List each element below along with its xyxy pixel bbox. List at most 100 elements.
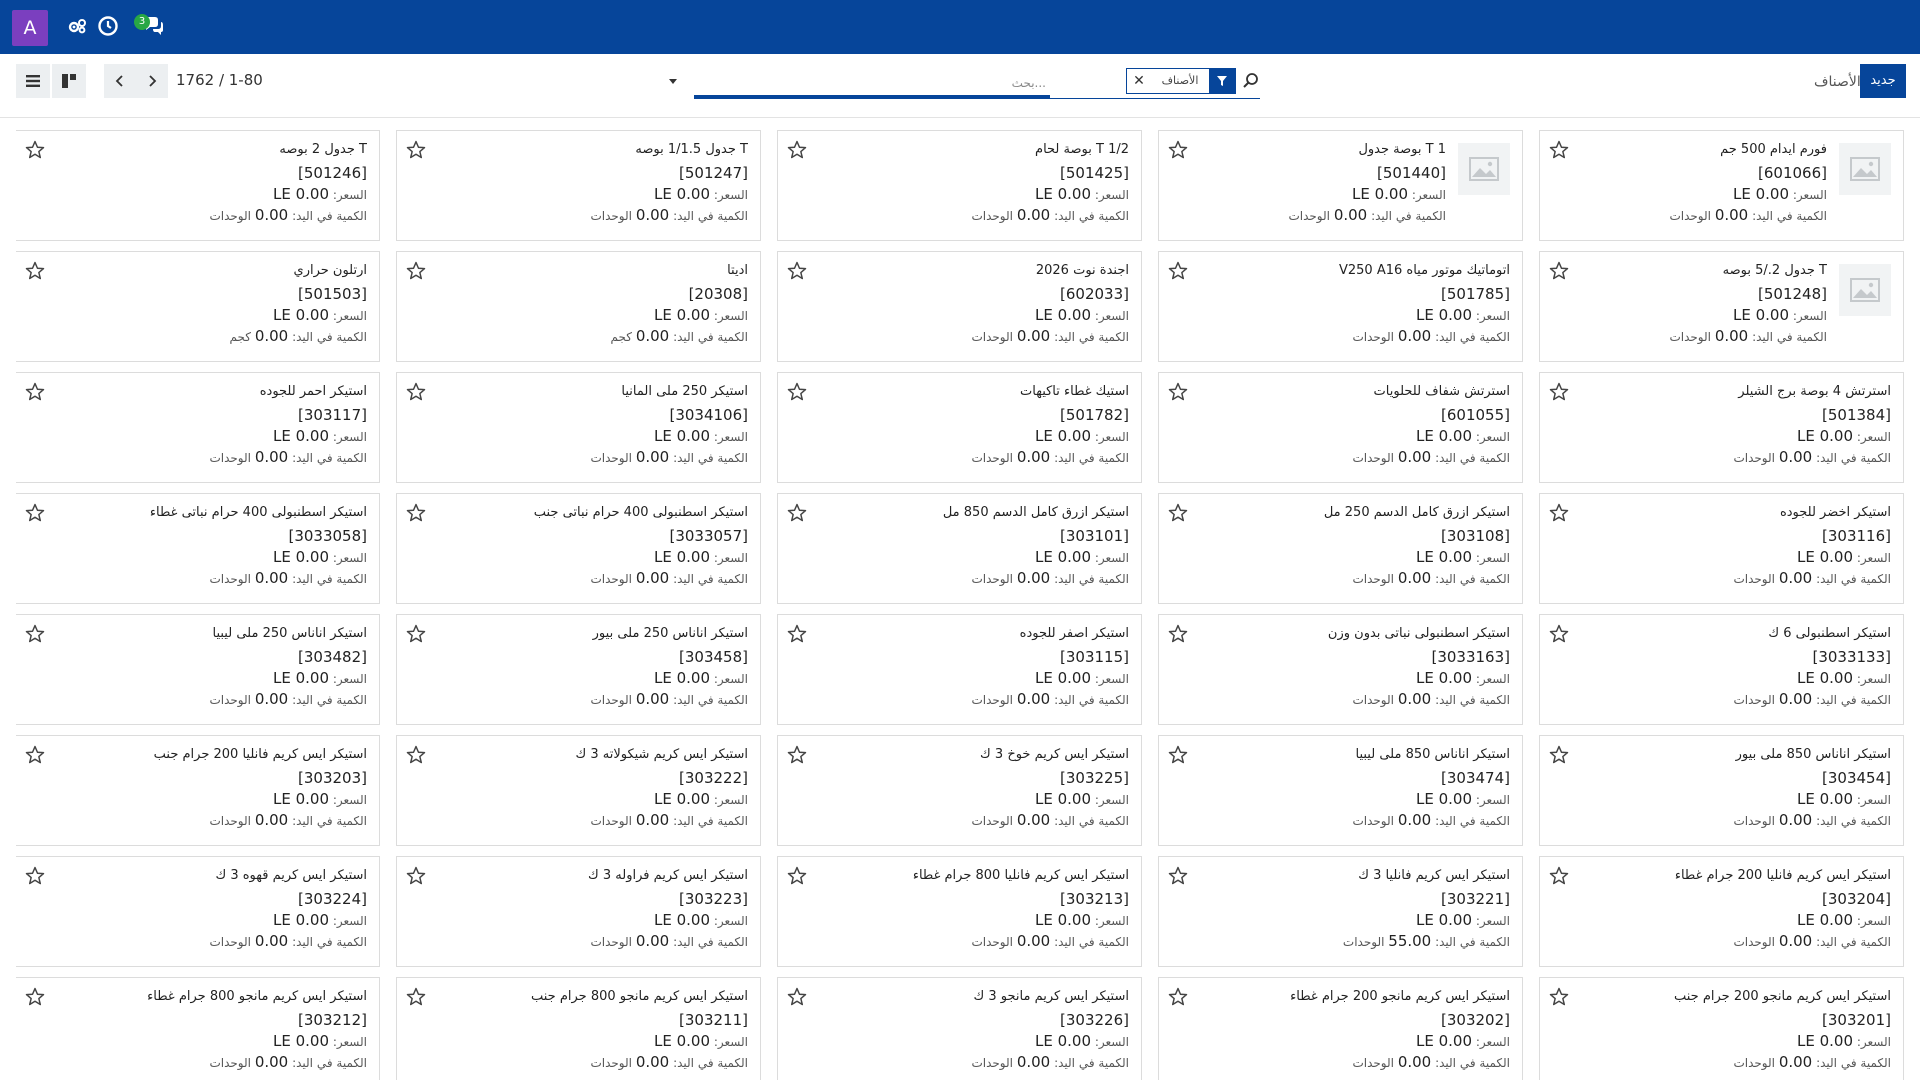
product-card[interactable]: اجندة نوت 2026 [602033] السعر: 0.00 LE ا… xyxy=(777,251,1142,362)
product-card[interactable]: استيكر اناناس 250 ملى بيور [303458] السع… xyxy=(396,614,761,725)
favorite-star-icon[interactable] xyxy=(405,744,427,766)
favorite-star-icon[interactable] xyxy=(1548,623,1570,645)
search-icon[interactable] xyxy=(1242,72,1260,90)
close-icon[interactable]: ✕ xyxy=(1127,69,1151,93)
product-card[interactable]: T 1 بوصة جدول [501440] السعر: 0.00 LE ال… xyxy=(1158,130,1523,241)
favorite-star-icon[interactable] xyxy=(405,623,427,645)
pager-previous-button[interactable] xyxy=(104,64,136,98)
card-body: استيكر ايس كريم مانجو 800 جرام جنب [3032… xyxy=(448,988,748,1073)
product-card[interactable]: استيكر ايس كريم مانجو 800 جرام جنب [3032… xyxy=(396,977,761,1080)
favorite-star-icon[interactable] xyxy=(1167,381,1189,403)
favorite-star-icon[interactable] xyxy=(786,865,808,887)
product-card[interactable]: T جدول 2 بوصه [501246] السعر: 0.00 LE ال… xyxy=(16,130,380,241)
favorite-star-icon[interactable] xyxy=(24,986,46,1008)
favorite-star-icon[interactable] xyxy=(405,986,427,1008)
favorite-star-icon[interactable] xyxy=(405,502,427,524)
favorite-star-icon[interactable] xyxy=(1548,502,1570,524)
product-card[interactable]: استيكر اسطنبولى 400 حرام نباتى جنب [3033… xyxy=(396,493,761,604)
product-card[interactable]: استيكر ايس كريم مانجو 3 ك [303226] السعر… xyxy=(777,977,1142,1080)
pager-value[interactable]: 1762 / 1-80 xyxy=(176,71,263,89)
favorite-star-icon[interactable] xyxy=(786,623,808,645)
product-card[interactable]: T 1/2 بوصة لحام [501425] السعر: 0.00 LE … xyxy=(777,130,1142,241)
settings-users-icon[interactable] xyxy=(66,14,90,38)
product-card[interactable]: استيكر ايس كريم شيكولاته 3 ك [303222] ال… xyxy=(396,735,761,846)
favorite-star-icon[interactable] xyxy=(1548,381,1570,403)
product-card[interactable]: استيكر اسطنبولى 400 حرام نباتى غطاء [303… xyxy=(16,493,380,604)
product-card[interactable]: استيكر اصفر للجوده [303115] السعر: 0.00 … xyxy=(777,614,1142,725)
price-value: 0.00 LE xyxy=(272,306,330,324)
product-card[interactable]: استيكر ايس كريم مانجو 200 جرام جنب [3032… xyxy=(1539,977,1904,1080)
product-card[interactable]: فورم ايدام 500 جم [601066] السعر: 0.00 L… xyxy=(1539,130,1904,241)
product-card[interactable]: T جدول 2./5 بوصه [501248] السعر: 0.00 LE… xyxy=(1539,251,1904,362)
product-price: السعر: 0.00 LE xyxy=(67,910,367,931)
favorite-star-icon[interactable] xyxy=(405,381,427,403)
product-card[interactable]: استيكر ايس كريم مانجو 200 جرام غطاء [303… xyxy=(1158,977,1523,1080)
favorite-star-icon[interactable] xyxy=(24,744,46,766)
clock-icon[interactable] xyxy=(96,14,120,38)
favorite-star-icon[interactable] xyxy=(24,381,46,403)
favorite-star-icon[interactable] xyxy=(1167,865,1189,887)
favorite-star-icon[interactable] xyxy=(786,381,808,403)
product-card[interactable]: استيكر ازرق كامل الدسم 850 مل [303101] ا… xyxy=(777,493,1142,604)
product-card[interactable]: اديتا [20308] السعر: 0.00 LE الكمية في ا… xyxy=(396,251,761,362)
list-view-button[interactable] xyxy=(16,64,50,98)
product-price: السعر: 0.00 LE xyxy=(448,305,748,326)
product-card[interactable]: استيكر اناناس 850 ملى ليبيا [303474] الس… xyxy=(1158,735,1523,846)
product-card[interactable]: استيكر 250 ملى المانيا [3034106] السعر: … xyxy=(396,372,761,483)
favorite-star-icon[interactable] xyxy=(786,139,808,161)
product-card[interactable]: استيكر ايس كريم فانليا 3 ك [303221] السع… xyxy=(1158,856,1523,967)
product-card[interactable]: استيكر اسطنبولى نباتى بدون وزن [3033163]… xyxy=(1158,614,1523,725)
search-input[interactable] xyxy=(694,70,1050,98)
favorite-star-icon[interactable] xyxy=(1167,744,1189,766)
product-card[interactable]: استيكر احمر للجوده [303117] السعر: 0.00 … xyxy=(16,372,380,483)
favorite-star-icon[interactable] xyxy=(24,260,46,282)
favorite-star-icon[interactable] xyxy=(1167,502,1189,524)
favorite-star-icon[interactable] xyxy=(786,986,808,1008)
price-label: السعر: xyxy=(713,1035,748,1049)
product-card[interactable]: استيكر ايس كريم فراوله 3 ك [303223] السع… xyxy=(396,856,761,967)
favorite-star-icon[interactable] xyxy=(1548,865,1570,887)
product-card[interactable]: استرتش شفاف للحلويات [601055] السعر: 0.0… xyxy=(1158,372,1523,483)
product-card[interactable]: اتوماتيك موتور مياه V250 A16 [501785] ال… xyxy=(1158,251,1523,362)
favorite-star-icon[interactable] xyxy=(24,139,46,161)
card-body: استيكر ايس كريم فانليا 200 جرام غطاء [30… xyxy=(1591,867,1891,952)
product-card[interactable]: استيكر اناناس 850 ملى بيور [303454] السع… xyxy=(1539,735,1904,846)
favorite-star-icon[interactable] xyxy=(24,865,46,887)
product-card[interactable]: استيكر ايس كريم قهوه 3 ك [303224] السعر:… xyxy=(16,856,380,967)
favorite-star-icon[interactable] xyxy=(405,865,427,887)
product-card[interactable]: استيكر اخضر للجوده [303116] السعر: 0.00 … xyxy=(1539,493,1904,604)
product-card[interactable]: استيكر ايس كريم خوخ 3 ك [303225] السعر: … xyxy=(777,735,1142,846)
favorite-star-icon[interactable] xyxy=(1548,986,1570,1008)
product-card[interactable]: T جدول 1/1.5 بوصه [501247] السعر: 0.00 L… xyxy=(396,130,761,241)
pager-next-button[interactable] xyxy=(136,64,168,98)
favorite-star-icon[interactable] xyxy=(1548,260,1570,282)
product-card[interactable]: استرتش 4 بوصة برج الشيلر [501384] السعر:… xyxy=(1539,372,1904,483)
favorite-star-icon[interactable] xyxy=(1167,260,1189,282)
product-card[interactable]: ارتلون حراري [501503] السعر: 0.00 LE الك… xyxy=(16,251,380,362)
favorite-star-icon[interactable] xyxy=(1167,623,1189,645)
favorite-star-icon[interactable] xyxy=(24,502,46,524)
favorite-star-icon[interactable] xyxy=(1548,744,1570,766)
favorite-star-icon[interactable] xyxy=(786,744,808,766)
product-card[interactable]: استيكر ايس كريم فانليا 800 جرام غطاء [30… xyxy=(777,856,1142,967)
user-avatar[interactable]: A xyxy=(12,10,48,46)
caret-down-icon[interactable] xyxy=(666,74,680,88)
favorite-star-icon[interactable] xyxy=(405,260,427,282)
product-card[interactable]: استيك غطاء تاكيهات [501782] السعر: 0.00 … xyxy=(777,372,1142,483)
product-price: السعر: 0.00 LE xyxy=(829,668,1129,689)
favorite-star-icon[interactable] xyxy=(1167,139,1189,161)
favorite-star-icon[interactable] xyxy=(24,623,46,645)
favorite-star-icon[interactable] xyxy=(1167,986,1189,1008)
product-card[interactable]: استيكر ازرق كامل الدسم 250 مل [303108] ا… xyxy=(1158,493,1523,604)
product-card[interactable]: استيكر ايس كريم فانليا 200 جرام غطاء [30… xyxy=(1539,856,1904,967)
product-card[interactable]: استيكر ايس كريم فانليا 200 جرام جنب [303… xyxy=(16,735,380,846)
product-card[interactable]: استيكر اناناس 250 ملى ليبيا [303482] الس… xyxy=(16,614,380,725)
product-card[interactable]: استيكر ايس كريم مانجو 800 جرام غطاء [303… xyxy=(16,977,380,1080)
product-card[interactable]: استيكر اسطنبولى 6 ك [3033133] السعر: 0.0… xyxy=(1539,614,1904,725)
favorite-star-icon[interactable] xyxy=(786,260,808,282)
new-button[interactable]: جديد xyxy=(1860,64,1906,98)
kanban-view-button[interactable] xyxy=(52,64,86,98)
favorite-star-icon[interactable] xyxy=(1548,139,1570,161)
favorite-star-icon[interactable] xyxy=(786,502,808,524)
favorite-star-icon[interactable] xyxy=(405,139,427,161)
